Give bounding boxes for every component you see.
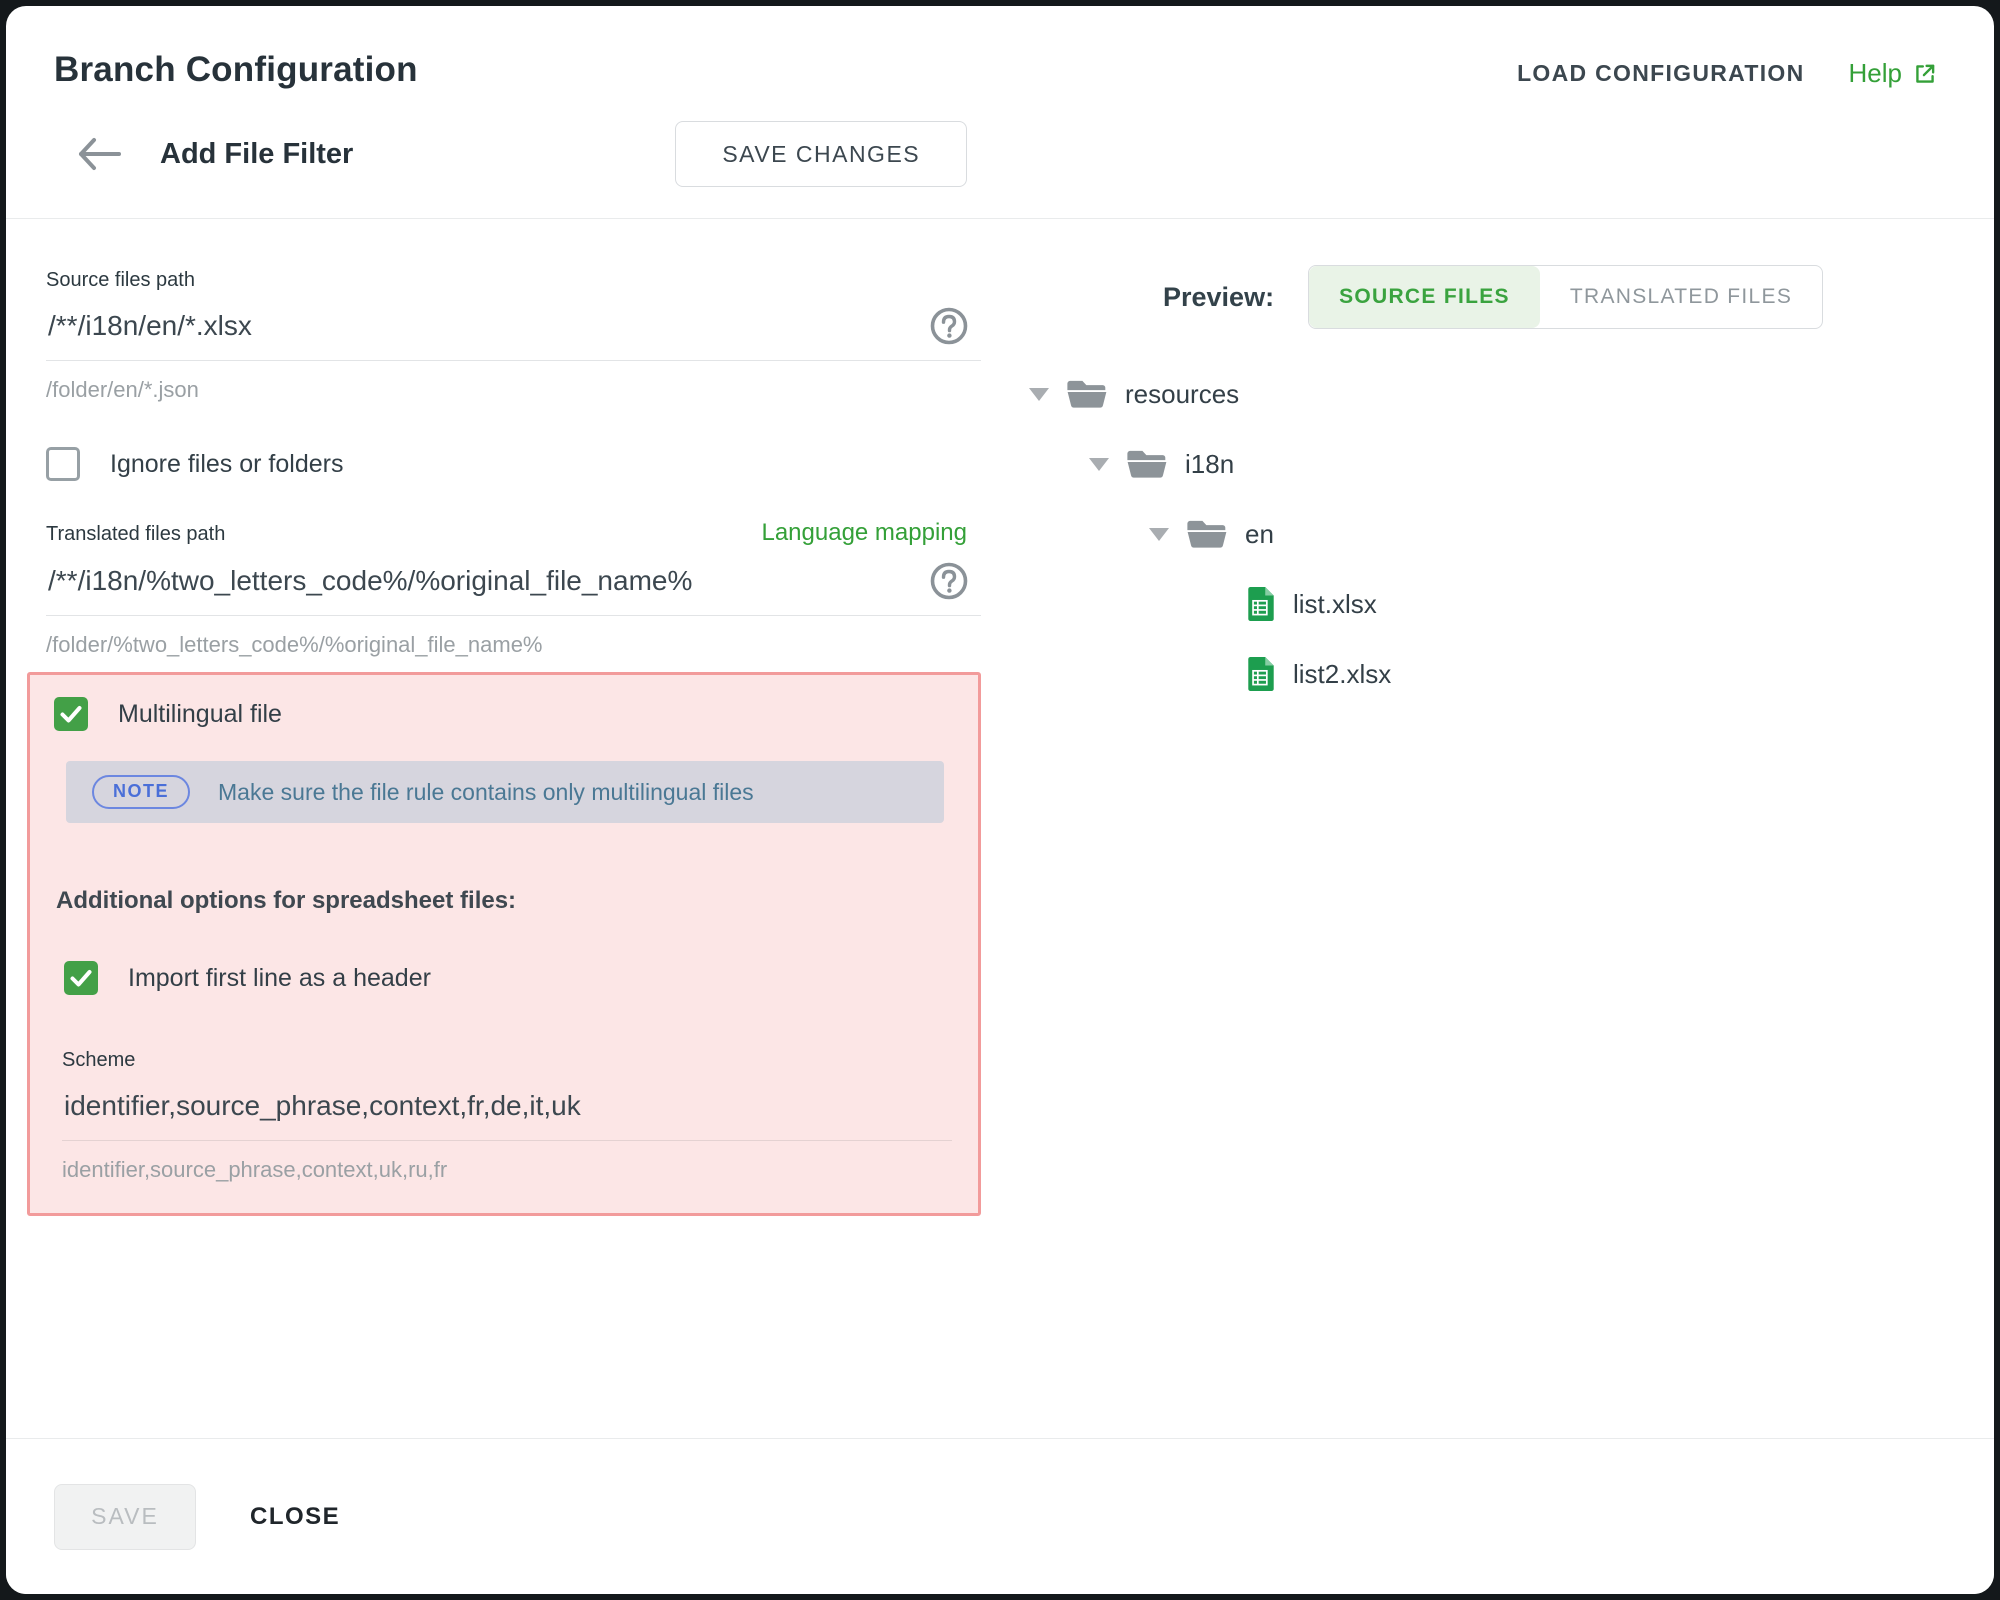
- language-mapping-link[interactable]: Language mapping: [761, 519, 967, 547]
- ignore-files-checkbox[interactable]: [46, 447, 80, 481]
- branch-configuration-dialog: Branch Configuration LOAD CONFIGURATION …: [6, 6, 1994, 1594]
- filter-toolbar: Add File Filter SAVE CHANGES: [76, 120, 1994, 188]
- page-title: Branch Configuration: [54, 50, 418, 90]
- translated-files-label-row: Translated files path Language mapping: [46, 519, 981, 547]
- load-configuration-button[interactable]: LOAD CONFIGURATION: [1517, 60, 1804, 87]
- back-button[interactable]: [76, 136, 122, 172]
- import-first-line-option[interactable]: Import first line as a header: [64, 961, 952, 995]
- scheme-input[interactable]: [64, 1090, 888, 1122]
- scheme-hint: identifier,source_phrase,context,uk,ru,f…: [62, 1157, 952, 1183]
- file-tree: resources i18n en list.xlsx list2.xlsx: [1029, 359, 1994, 709]
- expand-arrow-icon[interactable]: [1149, 528, 1169, 541]
- multilingual-file-label: Multilingual file: [118, 700, 282, 729]
- translated-files-path-input[interactable]: [48, 565, 917, 597]
- source-files-path-label: Source files path: [46, 269, 981, 292]
- spreadsheet-options-heading: Additional options for spreadsheet files…: [56, 887, 952, 915]
- ignore-files-option[interactable]: Ignore files or folders: [46, 447, 981, 481]
- scheme-row: [62, 1078, 952, 1141]
- tree-item-label: list.xlsx: [1293, 589, 1377, 620]
- dialog-footer: SAVE CLOSE: [6, 1438, 1994, 1594]
- folder-icon: [1126, 447, 1168, 481]
- header-actions: LOAD CONFIGURATION Help: [1517, 58, 1938, 89]
- translated-files-path-hint: /folder/%two_letters_code%/%original_fil…: [46, 632, 981, 658]
- expand-arrow-icon[interactable]: [1029, 388, 1049, 401]
- multilingual-file-option[interactable]: Multilingual file: [54, 697, 952, 731]
- spreadsheet-file-icon: [1246, 656, 1276, 692]
- import-first-line-checkbox[interactable]: [64, 961, 98, 995]
- translated-files-path-label: Translated files path: [46, 523, 225, 546]
- dialog-content: Source files path /folder/en/*.json Igno…: [6, 219, 1994, 1216]
- tree-item-label: list2.xlsx: [1293, 659, 1391, 690]
- note-banner: NOTE Make sure the file rule contains on…: [66, 761, 944, 823]
- source-files-path-hint: /folder/en/*.json: [46, 377, 981, 403]
- close-button[interactable]: CLOSE: [250, 1503, 340, 1531]
- tab-source-files[interactable]: SOURCE FILES: [1309, 266, 1540, 328]
- tree-item-list.xlsx[interactable]: list.xlsx: [1029, 569, 1994, 639]
- save-button[interactable]: SAVE: [54, 1484, 196, 1550]
- help-link[interactable]: Help: [1849, 58, 1938, 89]
- preview-panel: Preview: SOURCE FILES TRANSLATED FILES r…: [981, 219, 1994, 709]
- tab-translated-files[interactable]: TRANSLATED FILES: [1540, 266, 1822, 328]
- ignore-files-label: Ignore files or folders: [110, 450, 343, 479]
- save-changes-button[interactable]: SAVE CHANGES: [675, 121, 967, 187]
- tree-item-en[interactable]: en: [1029, 499, 1994, 569]
- arrow-left-icon: [76, 160, 122, 175]
- question-circle-icon[interactable]: [929, 306, 969, 346]
- help-link-label: Help: [1849, 58, 1902, 89]
- multilingual-file-checkbox[interactable]: [54, 697, 88, 731]
- spreadsheet-file-icon: [1246, 586, 1276, 622]
- scheme-label: Scheme: [62, 1049, 952, 1072]
- folder-icon: [1066, 377, 1108, 411]
- tree-item-i18n[interactable]: i18n: [1029, 429, 1994, 499]
- tree-item-list2.xlsx[interactable]: list2.xlsx: [1029, 639, 1994, 709]
- multilingual-highlight-section: Multilingual file NOTE Make sure the fil…: [27, 672, 981, 1216]
- tree-item-resources[interactable]: resources: [1029, 359, 1994, 429]
- note-text: Make sure the file rule contains only mu…: [218, 779, 754, 806]
- file-filter-form: Source files path /folder/en/*.json Igno…: [6, 219, 981, 1216]
- preview-header: Preview: SOURCE FILES TRANSLATED FILES: [1163, 265, 1994, 329]
- tree-item-label: en: [1245, 519, 1274, 550]
- folder-icon: [1186, 517, 1228, 551]
- source-files-path-input[interactable]: [48, 310, 917, 342]
- question-circle-icon[interactable]: [929, 561, 969, 601]
- tree-item-label: i18n: [1185, 449, 1234, 480]
- source-files-path-row: [46, 298, 981, 361]
- toolbar-title: Add File Filter: [160, 138, 353, 171]
- expand-arrow-icon[interactable]: [1089, 458, 1109, 471]
- preview-label: Preview:: [1163, 282, 1274, 313]
- import-first-line-label: Import first line as a header: [128, 964, 431, 993]
- tree-item-label: resources: [1125, 379, 1239, 410]
- note-badge: NOTE: [92, 775, 190, 809]
- preview-mode-toggle: SOURCE FILES TRANSLATED FILES: [1308, 265, 1823, 329]
- external-link-icon: [1912, 61, 1938, 87]
- translated-files-path-row: [46, 553, 981, 616]
- dialog-header: Branch Configuration LOAD CONFIGURATION …: [6, 6, 1994, 90]
